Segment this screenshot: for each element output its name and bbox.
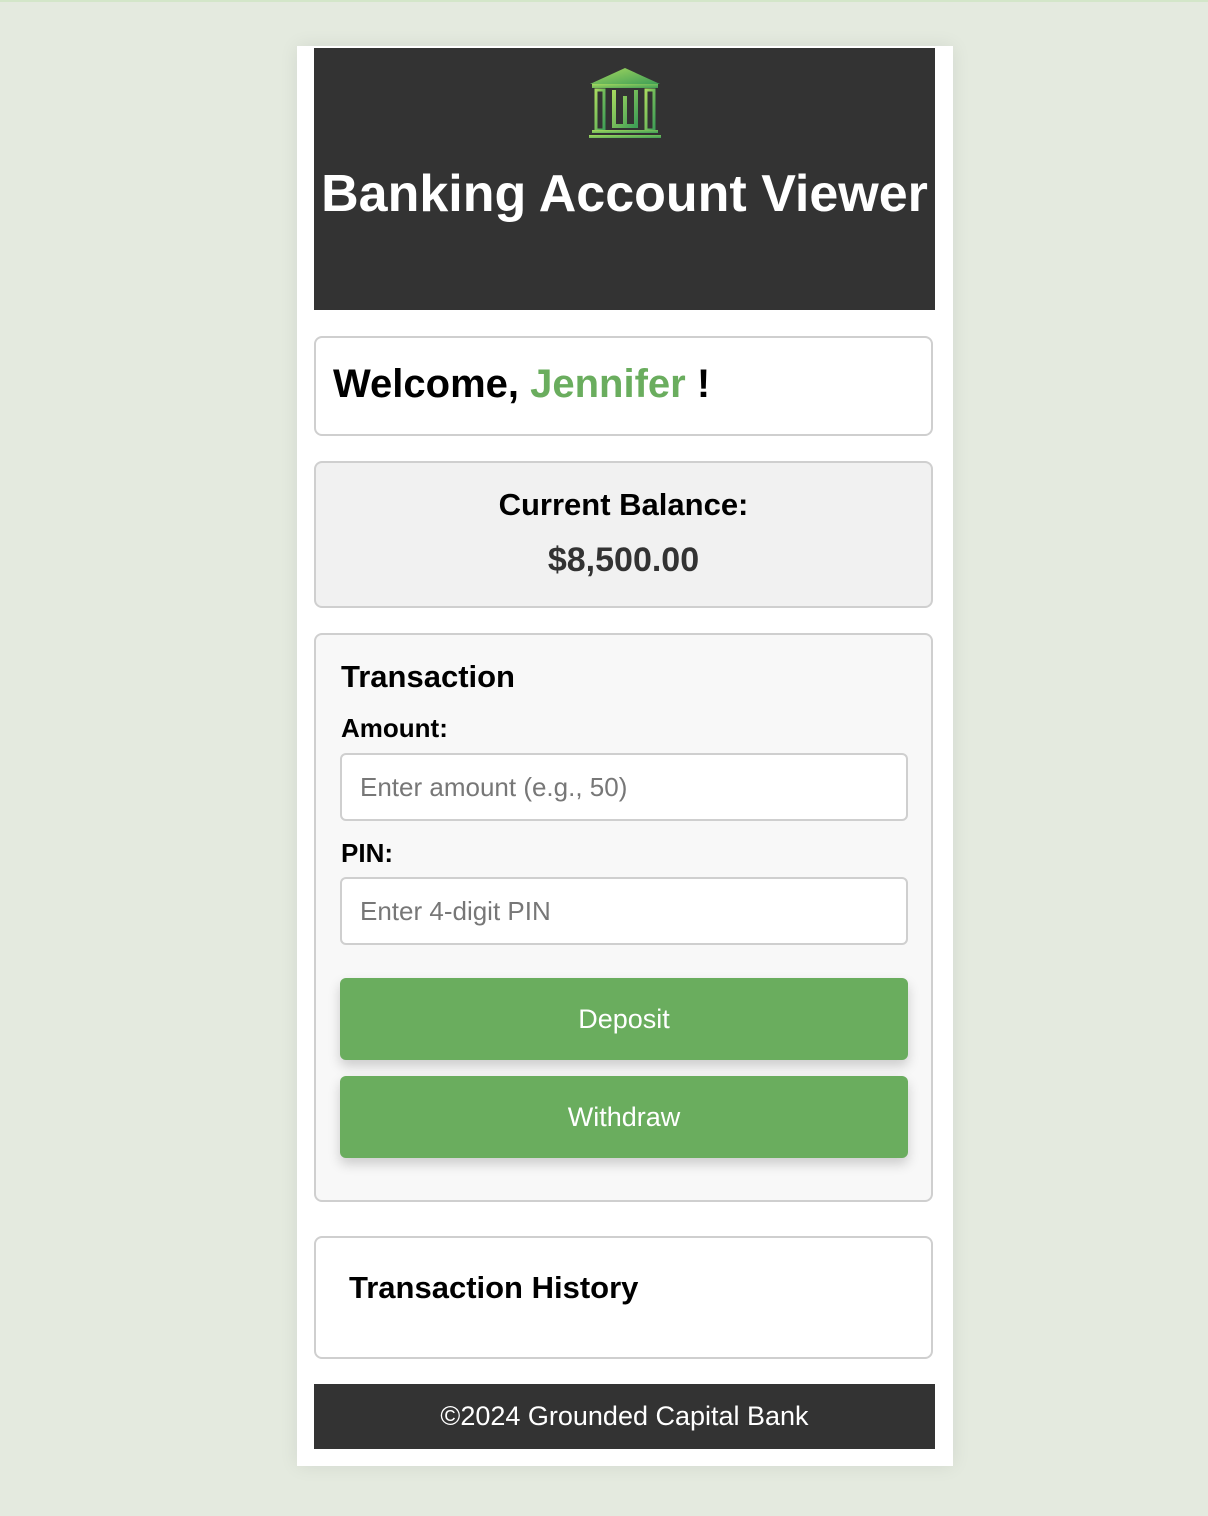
welcome-prefix: Welcome, [333, 362, 519, 406]
pin-label: PIN: [341, 838, 393, 868]
page-header: Banking Account Viewer [314, 48, 935, 310]
bank-building-icon [588, 68, 661, 138]
user-name: Jennifer [530, 362, 686, 406]
transaction-history-card: Transaction History [314, 1236, 933, 1359]
page-title: Banking Account Viewer [321, 165, 928, 223]
transaction-history-heading: Transaction History [349, 1270, 639, 1305]
welcome-message: Welcome, Jennifer ! [333, 362, 710, 407]
amount-input[interactable] [340, 753, 908, 821]
balance-label: Current Balance: [498, 487, 749, 522]
transaction-heading: Transaction [341, 659, 515, 694]
welcome-card: Welcome, Jennifer ! [314, 336, 933, 436]
welcome-suffix: ! [696, 362, 711, 406]
amount-label: Amount: [341, 713, 448, 743]
balance-value: $8,500.00 [547, 541, 700, 579]
page-footer: ©2024 Grounded Capital Bank [314, 1384, 935, 1449]
withdraw-button[interactable]: Withdraw [340, 1076, 908, 1158]
balance-card: Current Balance: $8,500.00 [314, 461, 933, 608]
pin-input[interactable] [340, 877, 908, 945]
deposit-button[interactable]: Deposit [340, 978, 908, 1060]
app-container: Banking Account Viewer Welcome, Jennifer… [297, 46, 953, 1466]
transaction-card: Transaction Amount: PIN: Deposit Withdra… [314, 633, 933, 1202]
